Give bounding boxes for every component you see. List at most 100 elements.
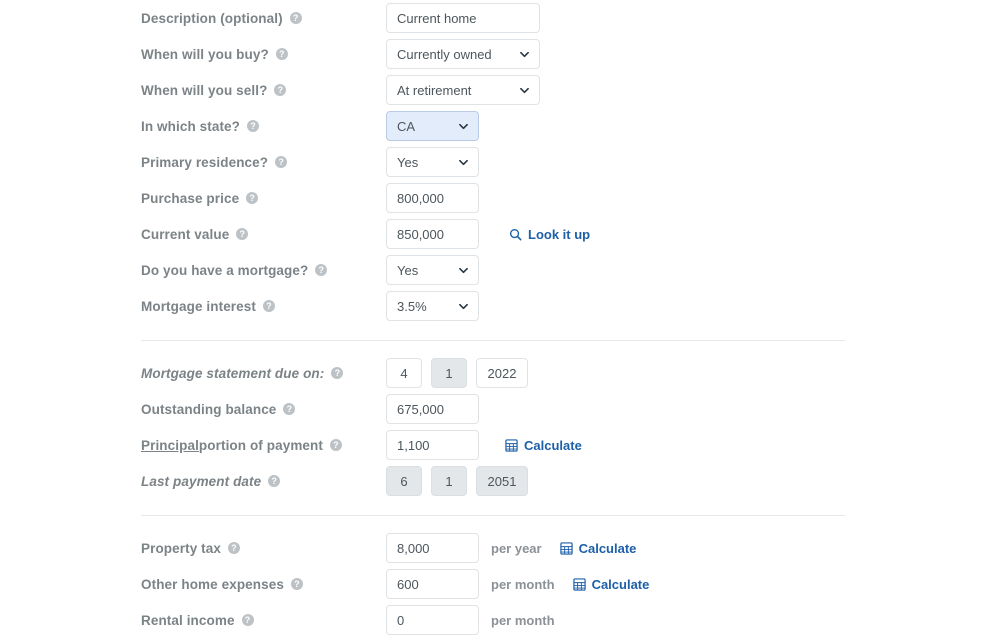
form-row-principal-portion: Principal portion of payment ? Calculate [0, 427, 988, 463]
help-icon[interactable]: ? [246, 192, 259, 204]
help-icon[interactable]: ? [290, 578, 303, 590]
select-value: At retirement [397, 82, 472, 98]
field-label: When will you sell? ? [141, 83, 386, 98]
state-select[interactable]: CA [386, 111, 479, 141]
label-text: Primary residence? [141, 154, 269, 170]
help-icon[interactable]: ? [331, 367, 344, 379]
help-icon[interactable]: ? [275, 156, 288, 168]
property-tax-input[interactable] [386, 533, 479, 563]
when-will-you-buy-select[interactable]: Currently owned [386, 39, 540, 69]
select-value: CA [397, 118, 416, 134]
link-text: Calculate [591, 576, 650, 592]
field-label: Mortgage statement due on: ? [141, 366, 386, 381]
select-value: Currently owned [397, 46, 492, 62]
select-value: 3.5% [397, 298, 427, 314]
form-row-state: In which state? ? CA [0, 108, 988, 144]
label-text: Mortgage interest [141, 298, 256, 314]
field-zone: per month Calculate [386, 569, 649, 599]
mortgage-interest-select[interactable]: 3.5% [386, 291, 479, 321]
help-icon[interactable]: ? [247, 120, 260, 132]
calculate-other-expenses-link[interactable]: Calculate [572, 576, 650, 592]
rental-income-input[interactable] [386, 605, 479, 635]
field-label: Description (optional) ? [141, 11, 386, 26]
last-payment-month: 6 [386, 466, 422, 496]
label-text: When will you sell? [141, 82, 268, 98]
field-label: Other home expenses ? [141, 577, 386, 592]
field-label: Property tax ? [141, 541, 386, 556]
calculator-icon [559, 541, 573, 555]
calculator-icon [572, 577, 586, 591]
field-zone: per year Calculate [386, 533, 636, 563]
form-row-other-home-expenses: Other home expenses ? per month Calculat… [0, 566, 988, 602]
field-zone: 3.5% [386, 291, 479, 321]
help-icon[interactable]: ? [275, 48, 288, 60]
field-label: When will you buy? ? [141, 47, 386, 62]
chevron-down-icon [459, 158, 468, 167]
form-row-primary-residence: Primary residence? ? Yes [0, 144, 988, 180]
field-label: Purchase price ? [141, 191, 386, 206]
calculate-principal-link[interactable]: Calculate [505, 438, 582, 453]
label-text: Rental income [141, 612, 235, 628]
help-icon[interactable]: ? [274, 84, 287, 96]
label-text: Outstanding balance [141, 401, 277, 417]
field-zone: Yes [386, 147, 479, 177]
help-icon[interactable]: ? [236, 228, 249, 240]
help-icon[interactable]: ? [227, 542, 240, 554]
chevron-down-icon [459, 122, 468, 131]
label-text: Last payment date [141, 473, 262, 489]
help-icon[interactable]: ? [289, 12, 302, 24]
field-zone: At retirement [386, 75, 540, 105]
form-row-purchase-price: Purchase price ? [0, 180, 988, 216]
when-will-you-sell-select[interactable]: At retirement [386, 75, 540, 105]
field-label: Last payment date ? [141, 474, 386, 489]
calculate-property-tax-link[interactable]: Calculate [559, 540, 637, 556]
select-value: Yes [397, 262, 419, 278]
help-icon[interactable]: ? [262, 300, 275, 312]
form-row-property-tax: Property tax ? per year Calculate [0, 530, 988, 566]
property-details-form: Description (optional) ? When will you b… [0, 0, 988, 638]
field-zone: Currently owned [386, 39, 540, 69]
label-text: When will you buy? [141, 46, 269, 62]
label-text: portion of payment [198, 437, 323, 453]
field-zone [386, 3, 540, 33]
form-row-description: Description (optional) ? [0, 0, 988, 36]
purchase-price-input[interactable] [386, 183, 479, 213]
field-zone: 6 1 2051 [386, 466, 537, 496]
chevron-down-icon [459, 302, 468, 311]
field-label: Outstanding balance ? [141, 402, 386, 417]
link-text: Calculate [578, 540, 637, 556]
outstanding-balance-input[interactable] [386, 394, 479, 424]
have-mortgage-select[interactable]: Yes [386, 255, 479, 285]
form-row-outstanding-balance: Outstanding balance ? [0, 391, 988, 427]
field-zone: Calculate [386, 430, 582, 460]
form-row-last-payment-date: Last payment date ? 6 1 2051 [0, 463, 988, 499]
field-zone: CA [386, 111, 479, 141]
help-icon[interactable]: ? [329, 439, 342, 451]
field-label: Principal portion of payment ? [141, 438, 386, 453]
help-icon[interactable]: ? [283, 403, 296, 415]
help-icon[interactable]: ? [241, 614, 254, 626]
other-home-expenses-input[interactable] [386, 569, 479, 599]
principal-term-link[interactable]: Principal [141, 438, 199, 453]
principal-portion-input[interactable] [386, 430, 479, 460]
field-zone [386, 394, 479, 424]
description-input[interactable] [386, 3, 540, 33]
field-label: Current value ? [141, 227, 386, 242]
statement-due-month[interactable]: 4 [386, 358, 422, 388]
look-it-up-link[interactable]: Look it up [509, 227, 590, 242]
label-text: Property tax [141, 540, 221, 556]
statement-due-year[interactable]: 2022 [476, 358, 528, 388]
primary-residence-select[interactable]: Yes [386, 147, 479, 177]
field-zone: Yes [386, 255, 479, 285]
unit-label: per month [491, 612, 555, 628]
field-label: Primary residence? ? [141, 155, 386, 170]
chevron-down-icon [520, 86, 529, 95]
current-value-input[interactable] [386, 219, 479, 249]
help-icon[interactable]: ? [268, 475, 281, 487]
label-text: Mortgage statement due on: [141, 365, 325, 381]
calculator-icon [505, 438, 518, 452]
form-row-when-sell: When will you sell? ? At retirement [0, 72, 988, 108]
help-icon[interactable]: ? [315, 264, 328, 276]
